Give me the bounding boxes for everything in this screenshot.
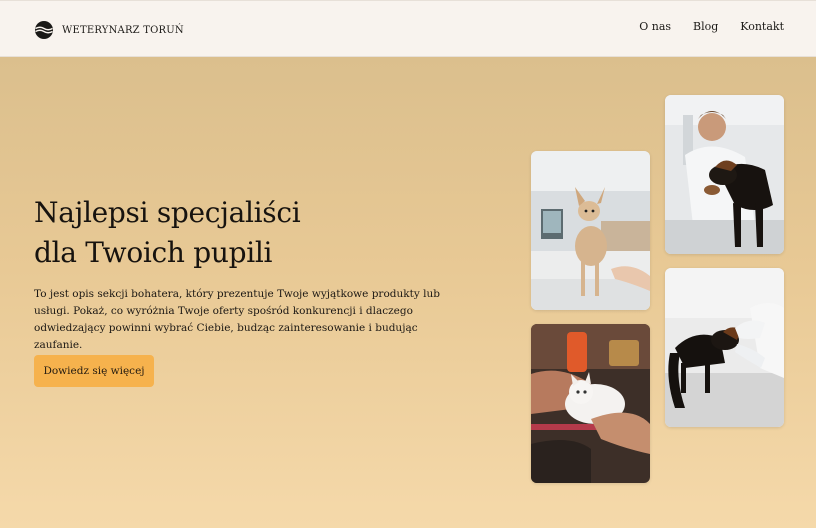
hero-title-line2: dla Twoich pupili [34,236,273,269]
waves-logo-icon [35,21,53,39]
chihuahua-on-exam-table-photo [531,151,650,310]
hero-title-line1: Najlepsi specjaliści [34,196,301,229]
brand-name: WETERYNARZ TORUŃ [62,24,184,36]
nav-link-kontakt[interactable]: Kontakt [740,20,784,33]
brand[interactable]: WETERYNARZ TORUŃ [34,19,184,41]
dachshund-exam-gloved-hands-photo [665,268,784,427]
hero-description: To jest opis sekcji bohatera, który prez… [34,288,440,351]
vet-holding-dachshund-photo [665,95,784,254]
hero-title: Najlepsi specjaliści dla Twoich pupili [34,193,394,273]
site-header: WETERYNARZ TORUŃ O nas Blog Kontakt [0,0,816,57]
nav-link-o-nas[interactable]: O nas [639,20,671,33]
nav-link-blog[interactable]: Blog [693,20,718,33]
white-kitten-in-hands-photo [531,324,650,483]
learn-more-button[interactable]: Dowiedz się więcej [34,355,154,387]
main-nav: O nas Blog Kontakt [639,20,784,33]
